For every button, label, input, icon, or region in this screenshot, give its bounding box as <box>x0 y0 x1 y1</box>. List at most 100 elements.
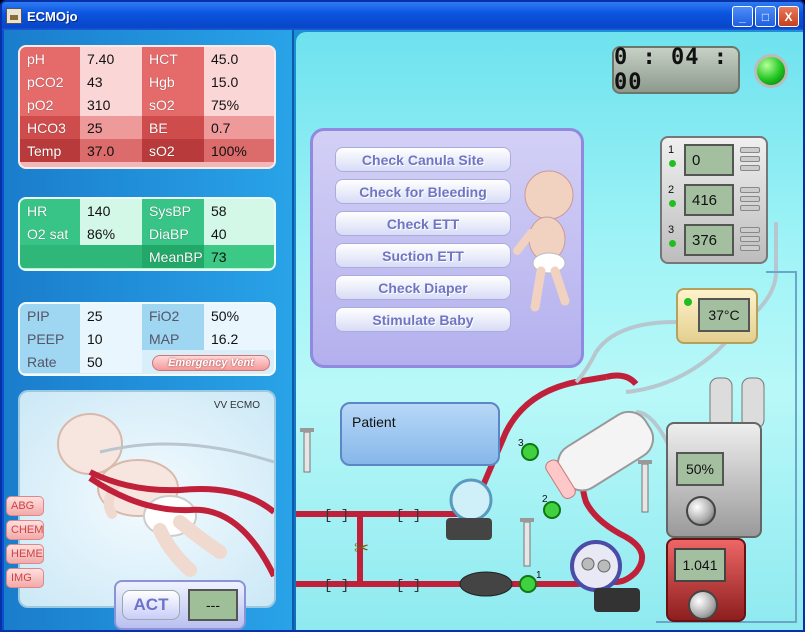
blood-gas-value: 310 <box>80 93 142 116</box>
clamp-icon[interactable]: [ ] <box>396 508 421 524</box>
heater-led <box>684 298 692 306</box>
act-display: --- <box>188 589 238 621</box>
pressure-adjust-knob[interactable] <box>740 187 760 213</box>
blood-gas-value: 100% <box>204 139 274 162</box>
vitals-label: O2 sat <box>20 222 80 245</box>
close-button[interactable]: X <box>778 6 799 27</box>
vent-value: 16.2 <box>204 327 274 350</box>
pump-flow-monitor[interactable]: 1.041 <box>666 538 746 622</box>
pump-loop <box>579 449 646 585</box>
pump-roller <box>581 557 595 571</box>
table-row: pH 7.40 HCT 45.0 <box>20 47 274 70</box>
bladder <box>459 571 513 597</box>
table-row: HCO3 25 BE 0.7 <box>20 116 274 139</box>
blood-gas-label: pH <box>20 47 80 70</box>
vitals-value: 140 <box>80 199 142 222</box>
blood-gas-label: sO2 <box>142 139 204 162</box>
client-area: pH 7.40 HCT 45.0 pCO2 43 Hgb 15.0 pO2 31… <box>4 30 803 630</box>
left-column: pH 7.40 HCT 45.0 pCO2 43 Hgb 15.0 pO2 31… <box>4 30 294 630</box>
minimize-button[interactable]: _ <box>732 6 753 27</box>
pump-base <box>594 588 640 612</box>
pressure-display: 416 <box>684 184 734 216</box>
tab-heme[interactable]: HEME <box>6 544 44 564</box>
patient-box[interactable]: Patient <box>340 402 500 466</box>
baby-illustration <box>57 413 274 578</box>
blood-gas-label: pO2 <box>20 93 80 116</box>
app-icon <box>6 8 22 24</box>
app-window: ECMOjo _ □ X pH 7.40 HCT 45.0 pCO2 43 Hg… <box>0 0 805 632</box>
pump-flow-knob[interactable] <box>688 590 718 620</box>
table-row: PIP 25 FiO2 50% <box>20 304 274 327</box>
tab-abg[interactable]: ABG <box>6 496 44 516</box>
pressure-index: 1 <box>668 144 675 156</box>
syringe-icon[interactable] <box>300 428 314 473</box>
blood-gas-label: BE <box>142 116 204 139</box>
vitals-value: 40 <box>204 222 274 245</box>
ventilator-panel: PIP 25 FiO2 50% PEEP 10 MAP 16.2 Rate 50… <box>18 302 276 376</box>
blood-gas-label: pCO2 <box>20 70 80 93</box>
vent-value: 10 <box>80 327 142 350</box>
heater[interactable]: 37°C <box>676 288 758 344</box>
vent-label: PIP <box>20 304 80 327</box>
check-diaper-button[interactable]: Check Diaper <box>335 275 511 300</box>
oxygenator-outlet <box>605 372 639 387</box>
vitals-value: 73 <box>204 245 274 268</box>
vent-value: 50% <box>204 304 274 327</box>
check-ett-button[interactable]: Check ETT <box>335 211 511 236</box>
emergency-vent-button[interactable]: Emergency Vent <box>152 355 270 371</box>
drainage-line <box>296 571 599 587</box>
pressure-adjust-knob[interactable] <box>740 147 760 173</box>
act-panel: ACT --- <box>114 580 246 630</box>
access-port-3[interactable] <box>521 443 539 461</box>
table-row: O2 sat 86% DiaBP 40 <box>20 222 274 245</box>
heater-display: 37°C <box>698 298 750 332</box>
act-button[interactable]: ACT <box>122 590 180 620</box>
pressure-led <box>669 240 676 247</box>
fio2-display: 50% <box>676 452 724 486</box>
blender-knob[interactable] <box>686 496 716 526</box>
title-bar: ECMOjo _ □ X <box>2 2 803 30</box>
pressure-monitor: 1 0 2 416 3 376 <box>660 136 768 264</box>
syringe-icon[interactable] <box>520 518 534 567</box>
vitals-label: SysBP <box>142 199 204 222</box>
access-port-2[interactable] <box>543 501 561 519</box>
clamp-icon[interactable]: [ ] <box>324 578 349 594</box>
blood-gas-value: 43 <box>80 70 142 93</box>
check-canula-site-button[interactable]: Check Canula Site <box>335 147 511 172</box>
vitals-label: MeanBP <box>142 245 204 268</box>
pressure-adjust-knob[interactable] <box>740 227 760 253</box>
access-port-1[interactable] <box>519 575 537 593</box>
window-controls: _ □ X <box>732 6 799 27</box>
patient-label: Patient <box>352 414 396 430</box>
tab-img[interactable]: IMG <box>6 568 44 588</box>
table-row: pCO2 43 Hgb 15.0 <box>20 70 274 93</box>
pressure-row: 2 416 <box>668 184 764 218</box>
scissors-icon[interactable]: ✂ <box>354 538 369 558</box>
status-led <box>754 54 788 88</box>
clamp-icon[interactable]: [ ] <box>396 578 421 594</box>
stimulate-baby-button[interactable]: Stimulate Baby <box>335 307 511 332</box>
gas-cylinders <box>709 377 765 429</box>
vitals-label: HR <box>20 199 80 222</box>
table-row: HR 140 SysBP 58 <box>20 199 274 222</box>
table-row: MeanBP 73 <box>20 245 274 268</box>
ecmo-mode-label: VV ECMO <box>213 400 260 411</box>
vitals-panel: HR 140 SysBP 58 O2 sat 86% DiaBP 40 Mean… <box>18 197 276 271</box>
heater-line <box>574 320 677 384</box>
maximize-button[interactable]: □ <box>755 6 776 27</box>
vitals-label <box>20 245 80 268</box>
pressure-index: 2 <box>668 184 675 196</box>
oxygenator <box>545 410 655 499</box>
vent-value: 25 <box>80 304 142 327</box>
window-title: ECMOjo <box>27 8 78 24</box>
check-for-bleeding-button[interactable]: Check for Bleeding <box>335 179 511 204</box>
gas-blender[interactable]: 50% <box>666 422 762 538</box>
suction-ett-button[interactable]: Suction ETT <box>335 243 511 268</box>
syringe-icon[interactable] <box>638 460 652 513</box>
tab-chem[interactable]: CHEM <box>6 520 44 540</box>
clamp-icon[interactable]: [ ] <box>324 508 349 524</box>
vitals-value: 58 <box>204 199 274 222</box>
pressure-index: 3 <box>668 224 675 236</box>
vent-label: PEEP <box>20 327 80 350</box>
baby-avatar <box>513 170 574 312</box>
